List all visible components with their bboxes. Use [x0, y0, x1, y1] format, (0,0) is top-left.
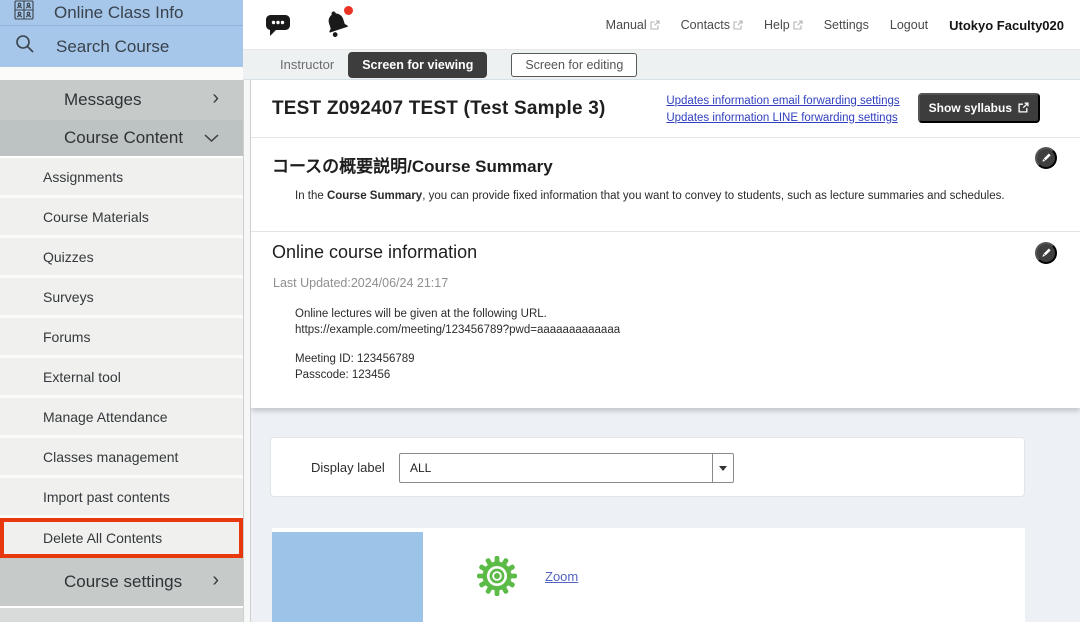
- summary-text-bold: Course Summary: [327, 190, 422, 202]
- logout-link[interactable]: Logout: [890, 18, 928, 32]
- select-arrow-button[interactable]: [712, 454, 733, 482]
- online-course-section: Online course information Last Updated:2…: [251, 232, 1080, 408]
- pencil-icon: [1040, 247, 1052, 259]
- section-label: Course settings: [64, 572, 182, 592]
- external-link-icon: [1018, 102, 1029, 113]
- meeting-id: Meeting ID: 123456789: [295, 351, 620, 367]
- help-label: Help: [764, 18, 790, 32]
- sidebar-item-delete-all-contents[interactable]: Delete All Contents: [0, 518, 243, 558]
- notification-badge: [344, 6, 353, 15]
- display-label-select[interactable]: ALL: [399, 453, 734, 483]
- logout-label: Logout: [890, 18, 928, 32]
- settings-label: Settings: [824, 18, 869, 32]
- manual-label: Manual: [606, 18, 647, 32]
- email-forwarding-link[interactable]: Updates information email forwarding set…: [666, 93, 899, 110]
- last-updated: Last Updated:2024/06/24 21:17: [273, 276, 448, 290]
- user-name[interactable]: Utokyo Faculty020: [949, 18, 1064, 33]
- role-label: Instructor: [280, 57, 334, 72]
- sidebar-section-messages[interactable]: Messages ›: [0, 80, 243, 120]
- chevron-right-icon: ›: [212, 88, 219, 108]
- sidebar-item-external-tool[interactable]: External tool: [0, 358, 243, 398]
- contacts-label: Contacts: [681, 18, 730, 32]
- screen-mode-bar: Instructor Screen for viewing Screen for…: [243, 50, 1080, 80]
- selected-value: ALL: [400, 454, 712, 482]
- show-syllabus-button[interactable]: Show syllabus: [918, 93, 1040, 123]
- scrollbar[interactable]: [243, 80, 251, 622]
- sidebar-section-course-settings[interactable]: Course settings ›: [0, 558, 243, 606]
- sidebar-item-forums[interactable]: Forums: [0, 318, 243, 358]
- display-label-card: Display label ALL: [270, 437, 1025, 497]
- section-label: Messages: [64, 90, 141, 110]
- content-thumbnail: [272, 532, 423, 622]
- header-right: Updates information email forwarding set…: [666, 93, 1080, 127]
- online-course-details: Online lectures will be given at the fol…: [295, 306, 620, 383]
- gear-icon: [475, 554, 519, 603]
- sidebar-footer: [0, 606, 243, 622]
- help-link[interactable]: Help: [764, 18, 803, 32]
- manual-link[interactable]: Manual: [606, 18, 660, 32]
- chat-icon[interactable]: [265, 12, 292, 43]
- edit-summary-button[interactable]: [1035, 147, 1057, 169]
- main-content: TEST Z092407 TEST (Test Sample 3) Update…: [251, 80, 1080, 408]
- sidebar-section-course-content[interactable]: Course Content: [0, 120, 243, 158]
- content-list-row: Zoom: [272, 528, 1025, 622]
- passcode: Passcode: 123456: [295, 367, 620, 383]
- topbar: Manual Contacts Help Settings Logout Uto…: [243, 0, 1080, 50]
- caret-down-icon: [719, 466, 727, 471]
- external-link-icon: [650, 20, 660, 30]
- sidebar-item-import-past-contents[interactable]: Import past contents: [0, 478, 243, 518]
- sidebar-item-course-materials[interactable]: Course Materials: [0, 198, 243, 238]
- edit-online-course-button[interactable]: [1035, 242, 1057, 264]
- sidebar-divider: [0, 67, 243, 80]
- zoom-link[interactable]: Zoom: [545, 569, 578, 584]
- sidebar-item-quizzes[interactable]: Quizzes: [0, 238, 243, 278]
- external-link-icon: [733, 20, 743, 30]
- sidebar: Online Class Info Search Course Messages…: [0, 0, 243, 622]
- course-summary-heading: コースの概要説明/Course Summary: [272, 152, 553, 177]
- topbar-links: Manual Contacts Help Settings Logout Uto…: [606, 0, 1064, 50]
- contacts-link[interactable]: Contacts: [681, 18, 743, 32]
- class-grid-icon: [14, 0, 34, 25]
- summary-text-prefix: In the: [295, 190, 327, 202]
- forwarding-links: Updates information email forwarding set…: [666, 93, 899, 127]
- course-summary-text: In the Course Summary, you can provide f…: [295, 190, 1005, 202]
- line-forwarding-link[interactable]: Updates information LINE forwarding sett…: [666, 110, 899, 127]
- meeting-url: https://example.com/meeting/123456789?pw…: [295, 322, 620, 338]
- course-summary-section: コースの概要説明/Course Summary In the Course Su…: [251, 138, 1080, 232]
- section-label: Course Content: [64, 128, 183, 148]
- search-icon: [14, 33, 36, 60]
- external-link-icon: [793, 20, 803, 30]
- summary-text-suffix: , you can provide fixed information that…: [422, 190, 1004, 202]
- settings-link[interactable]: Settings: [824, 18, 869, 32]
- chevron-right-icon: ›: [212, 570, 219, 590]
- tab-screen-for-editing[interactable]: Screen for editing: [511, 53, 637, 77]
- course-header: TEST Z092407 TEST (Test Sample 3) Update…: [251, 80, 1080, 138]
- online-course-heading: Online course information: [272, 242, 477, 263]
- pencil-icon: [1040, 152, 1052, 164]
- sidebar-item-assignments[interactable]: Assignments: [0, 158, 243, 198]
- sidebar-item-label: Online Class Info: [54, 3, 183, 23]
- sidebar-item-classes-management[interactable]: Classes management: [0, 438, 243, 478]
- syllabus-label: Show syllabus: [929, 101, 1012, 115]
- sidebar-item-label: Search Course: [56, 37, 169, 57]
- sidebar-item-online-class-info[interactable]: Online Class Info: [0, 0, 243, 26]
- online-lecture-line: Online lectures will be given at the fol…: [295, 306, 620, 322]
- sidebar-item-search-course[interactable]: Search Course: [0, 26, 243, 67]
- display-label-text: Display label: [311, 460, 385, 475]
- sidebar-item-surveys[interactable]: Surveys: [0, 278, 243, 318]
- chevron-down-icon: [204, 128, 219, 148]
- page-title: TEST Z092407 TEST (Test Sample 3): [272, 98, 606, 120]
- spacer: [295, 338, 620, 351]
- sidebar-item-manage-attendance[interactable]: Manage Attendance: [0, 398, 243, 438]
- tab-screen-for-viewing[interactable]: Screen for viewing: [348, 52, 487, 78]
